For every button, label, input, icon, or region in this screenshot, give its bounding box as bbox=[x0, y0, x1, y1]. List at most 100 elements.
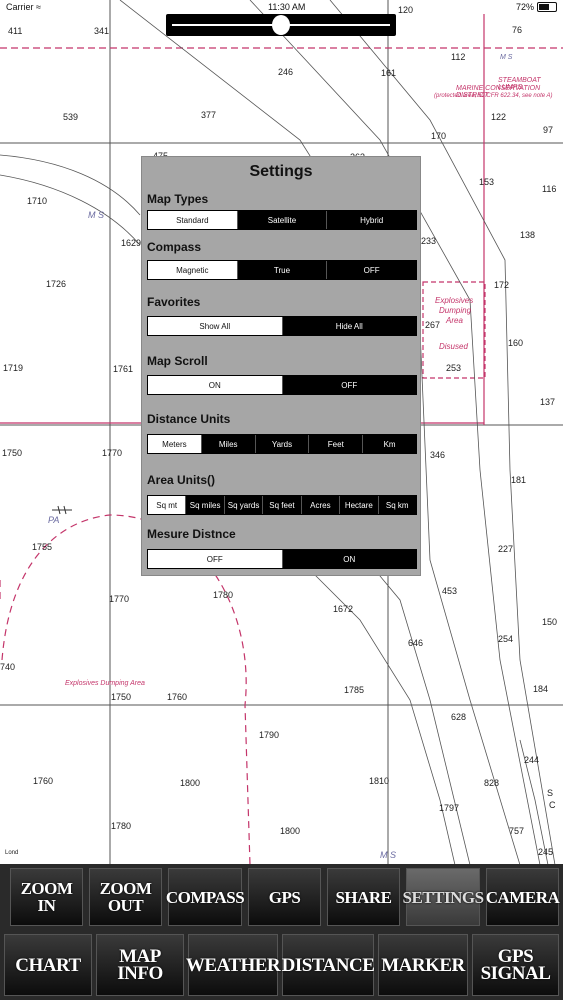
area-units-label: Area Units() bbox=[147, 473, 216, 487]
depth-sounding: 112 bbox=[451, 52, 466, 62]
chart-label-ms: M S bbox=[380, 850, 397, 860]
depth-sounding: 1770 bbox=[109, 594, 130, 604]
map-types-label: Map Types bbox=[147, 192, 209, 206]
depth-sounding: 170 bbox=[431, 131, 447, 141]
area-unit-sq-feet[interactable]: Sq feet bbox=[262, 496, 301, 514]
chart-label-ms: M S bbox=[500, 54, 513, 61]
map-type-standard[interactable]: Standard bbox=[148, 211, 237, 229]
depth-sounding: 137 bbox=[540, 397, 556, 407]
area-unit-acres[interactable]: Acres bbox=[300, 496, 340, 514]
favorites-control: Show All Hide All bbox=[147, 316, 417, 336]
map-scroll-off[interactable]: OFF bbox=[281, 376, 416, 394]
settings-title: Settings bbox=[249, 163, 313, 180]
compass-off[interactable]: OFF bbox=[326, 261, 417, 279]
map-scroll-control: ON OFF bbox=[147, 375, 417, 395]
depth-sounding: 227 bbox=[498, 544, 514, 554]
compass-button[interactable]: COMPASS bbox=[166, 868, 245, 926]
zoom-out-button[interactable]: ZOOM OUT bbox=[89, 868, 162, 926]
depth-sounding: 1710 bbox=[27, 196, 48, 206]
measure-distance-control: OFF ON bbox=[147, 549, 417, 569]
depth-sounding: 161 bbox=[381, 68, 397, 78]
clock: 11:30 AM bbox=[268, 2, 306, 12]
carrier-label: Carrier ≈ bbox=[6, 2, 41, 12]
share-button[interactable]: SHARE bbox=[327, 868, 400, 926]
map-scroll-label: Map Scroll bbox=[147, 354, 208, 368]
depth-sounding: 1761 bbox=[113, 364, 134, 374]
marker-button[interactable]: MARKER bbox=[378, 934, 468, 996]
depth-sounding: 97 bbox=[543, 125, 554, 135]
zoom-slider-thumb[interactable] bbox=[272, 15, 290, 35]
depth-sounding: 1760 bbox=[33, 776, 54, 786]
depth-sounding: 122 bbox=[491, 112, 507, 122]
zoom-in-button[interactable]: ZOOM IN bbox=[10, 868, 83, 926]
measure-distance-off[interactable]: OFF bbox=[148, 550, 282, 568]
depth-sounding: 254 bbox=[498, 634, 514, 644]
map-scroll-on[interactable]: ON bbox=[148, 376, 282, 394]
favorites-show-all[interactable]: Show All bbox=[148, 317, 282, 335]
chart-label-ms: M S bbox=[88, 210, 105, 220]
depth-sounding: 1800 bbox=[280, 826, 301, 836]
compass-control: Magnetic True OFF bbox=[147, 260, 417, 280]
map-type-satellite[interactable]: Satellite bbox=[236, 211, 327, 229]
camera-button[interactable]: CAMERA bbox=[486, 868, 560, 926]
gps-button[interactable]: GPS bbox=[248, 868, 321, 926]
depth-sounding: 245 bbox=[538, 847, 554, 857]
battery-icon bbox=[537, 2, 557, 12]
depth-sounding: 150 bbox=[542, 617, 558, 627]
depth-sounding: 1800 bbox=[180, 778, 201, 788]
distance-unit-meters[interactable]: Meters bbox=[148, 435, 201, 453]
depth-sounding: 828 bbox=[484, 778, 500, 788]
measure-distance-label: Mesure Distnce bbox=[147, 527, 236, 541]
compass-label: Compass bbox=[147, 240, 202, 254]
area-unit-sq-km[interactable]: Sq km bbox=[377, 496, 416, 514]
depth-sounding: 138 bbox=[520, 230, 536, 240]
depth-sounding: 1629 bbox=[121, 238, 142, 248]
battery-status: 72% bbox=[516, 2, 557, 12]
compass-magnetic[interactable]: Magnetic bbox=[148, 261, 237, 279]
depth-sounding: 1755 bbox=[32, 542, 53, 552]
depth-sounding: 1790 bbox=[259, 730, 280, 740]
depth-sounding: 453 bbox=[442, 586, 458, 596]
zoom-slider[interactable] bbox=[166, 14, 396, 36]
chart-button[interactable]: CHART bbox=[4, 934, 92, 996]
battery-percent: 72% bbox=[515, 2, 534, 12]
map-type-hybrid[interactable]: Hybrid bbox=[326, 211, 417, 229]
chart-label-s: S bbox=[547, 788, 554, 798]
chart-label-c: C bbox=[549, 800, 556, 810]
settings-panel: Settings Map Types Standard Satellite Hy… bbox=[141, 156, 421, 576]
area-units-control: Sq mt Sq miles Sq yards Sq feet Acres He… bbox=[147, 495, 417, 515]
chart-label-area: Area bbox=[446, 316, 463, 325]
depth-sounding: 172 bbox=[494, 280, 510, 290]
depth-sounding: 1780 bbox=[213, 590, 234, 600]
depth-sounding: 1750 bbox=[111, 692, 132, 702]
area-unit-sq-mt[interactable]: Sq mt bbox=[148, 496, 186, 514]
depth-sounding: 1797 bbox=[439, 803, 460, 813]
bottom-toolbar: ZOOM IN ZOOM OUT COMPASS GPS SHARE SETTI… bbox=[0, 864, 563, 1000]
distance-unit-yards[interactable]: Yards bbox=[254, 435, 309, 453]
chart-label-pa: PA bbox=[48, 515, 60, 525]
depth-sounding: 244 bbox=[524, 755, 540, 765]
depth-sounding: 76 bbox=[512, 25, 523, 35]
gps-signal-button[interactable]: GPS SIGNAL bbox=[472, 934, 559, 996]
favorites-hide-all[interactable]: Hide All bbox=[281, 317, 416, 335]
measure-distance-on[interactable]: ON bbox=[281, 550, 416, 568]
map-info-button[interactable]: MAP INFO bbox=[96, 934, 184, 996]
depth-sounding: 411 bbox=[8, 26, 23, 36]
chart-label-protected: (protected area; 50 CFR 622.34, see note… bbox=[434, 93, 553, 99]
depth-sounding: 1760 bbox=[167, 692, 188, 702]
distance-unit-miles[interactable]: Miles bbox=[200, 435, 255, 453]
chart-label-lond: Lond bbox=[5, 850, 19, 856]
weather-button[interactable]: WEATHER bbox=[186, 934, 281, 996]
depth-sounding: 539 bbox=[63, 112, 79, 122]
settings-button[interactable]: SETTINGS bbox=[402, 868, 484, 926]
depth-sounding: 181 bbox=[511, 475, 527, 485]
distance-unit-feet[interactable]: Feet bbox=[308, 435, 363, 453]
compass-true[interactable]: True bbox=[236, 261, 327, 279]
area-unit-sq-yards[interactable]: Sq yards bbox=[223, 496, 263, 514]
depth-sounding: 646 bbox=[408, 638, 424, 648]
area-unit-sq-miles[interactable]: Sq miles bbox=[185, 496, 224, 514]
distance-unit-km[interactable]: Km bbox=[362, 435, 416, 453]
distance-button[interactable]: DISTANCE bbox=[282, 934, 375, 996]
depth-sounding: 246 bbox=[278, 67, 294, 77]
area-unit-hectare[interactable]: Hectare bbox=[339, 496, 378, 514]
